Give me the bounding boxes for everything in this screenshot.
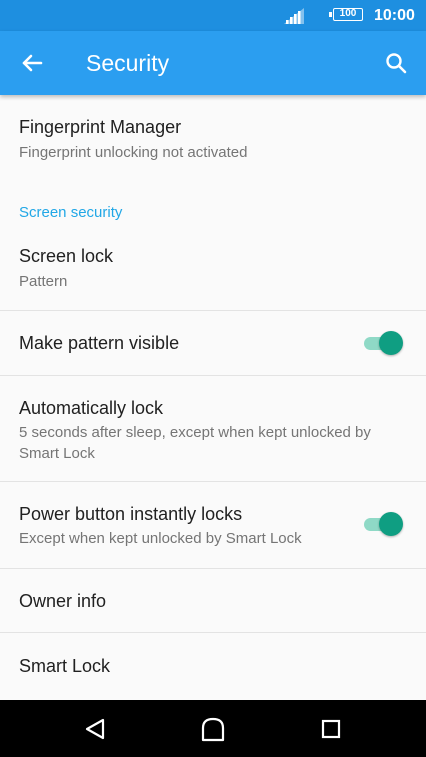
arrow-back-icon <box>22 54 43 72</box>
back-button[interactable] <box>14 45 50 81</box>
navigation-bar <box>0 700 426 757</box>
screen-lock-title: Screen lock <box>19 246 114 266</box>
owner-info-title: Owner info <box>19 591 107 611</box>
automatically-lock-title: Automatically lock <box>19 398 164 418</box>
smart-lock-title: Smart Lock <box>19 656 111 676</box>
automatically-lock-item[interactable]: Automatically lock 5 seconds after sleep… <box>0 376 426 481</box>
recents-square-icon <box>321 719 341 739</box>
make-pattern-visible-toggle[interactable] <box>362 330 404 356</box>
fingerprint-manager-item[interactable]: Fingerprint Manager Fingerprint unlockin… <box>0 95 426 177</box>
nav-recents-button[interactable] <box>316 714 346 744</box>
screen-lock-item[interactable]: Screen lock Pattern <box>0 230 426 310</box>
search-icon <box>386 53 407 74</box>
status-time: 10:00 <box>374 7 415 24</box>
smart-lock-item[interactable]: Smart Lock <box>0 633 426 700</box>
automatically-lock-summary: 5 seconds after sleep, except when kept … <box>19 424 371 462</box>
make-pattern-visible-item[interactable]: Make pattern visible <box>0 311 426 375</box>
signal-icon <box>284 8 304 24</box>
app-bar: Security <box>0 31 426 95</box>
power-button-locks-title: Power button instantly locks <box>19 504 243 524</box>
screen-lock-summary: Pattern <box>19 273 68 290</box>
power-button-locks-item[interactable]: Power button instantly locks Except when… <box>0 482 426 568</box>
battery-level: 100 <box>339 8 357 19</box>
toggle-thumb <box>379 512 403 536</box>
nav-back-button[interactable] <box>80 714 110 744</box>
battery-icon: 100 <box>329 8 363 21</box>
search-button[interactable] <box>378 45 414 81</box>
status-bar: 100 10:00 <box>0 0 426 31</box>
page-title: Security <box>86 50 170 76</box>
nav-home-button[interactable] <box>198 714 228 744</box>
make-pattern-visible-title: Make pattern visible <box>19 333 180 353</box>
toggle-thumb <box>379 331 403 355</box>
home-icon <box>201 717 225 742</box>
back-triangle-icon <box>85 718 105 740</box>
section-header-screen-security: Screen security <box>19 204 123 221</box>
owner-info-item[interactable]: Owner info <box>0 569 426 632</box>
fingerprint-manager-summary: Fingerprint unlocking not activated <box>19 144 248 161</box>
power-button-locks-summary: Except when kept unlocked by Smart Lock <box>19 530 302 547</box>
power-button-locks-toggle[interactable] <box>362 511 404 537</box>
fingerprint-manager-title: Fingerprint Manager <box>19 117 182 137</box>
